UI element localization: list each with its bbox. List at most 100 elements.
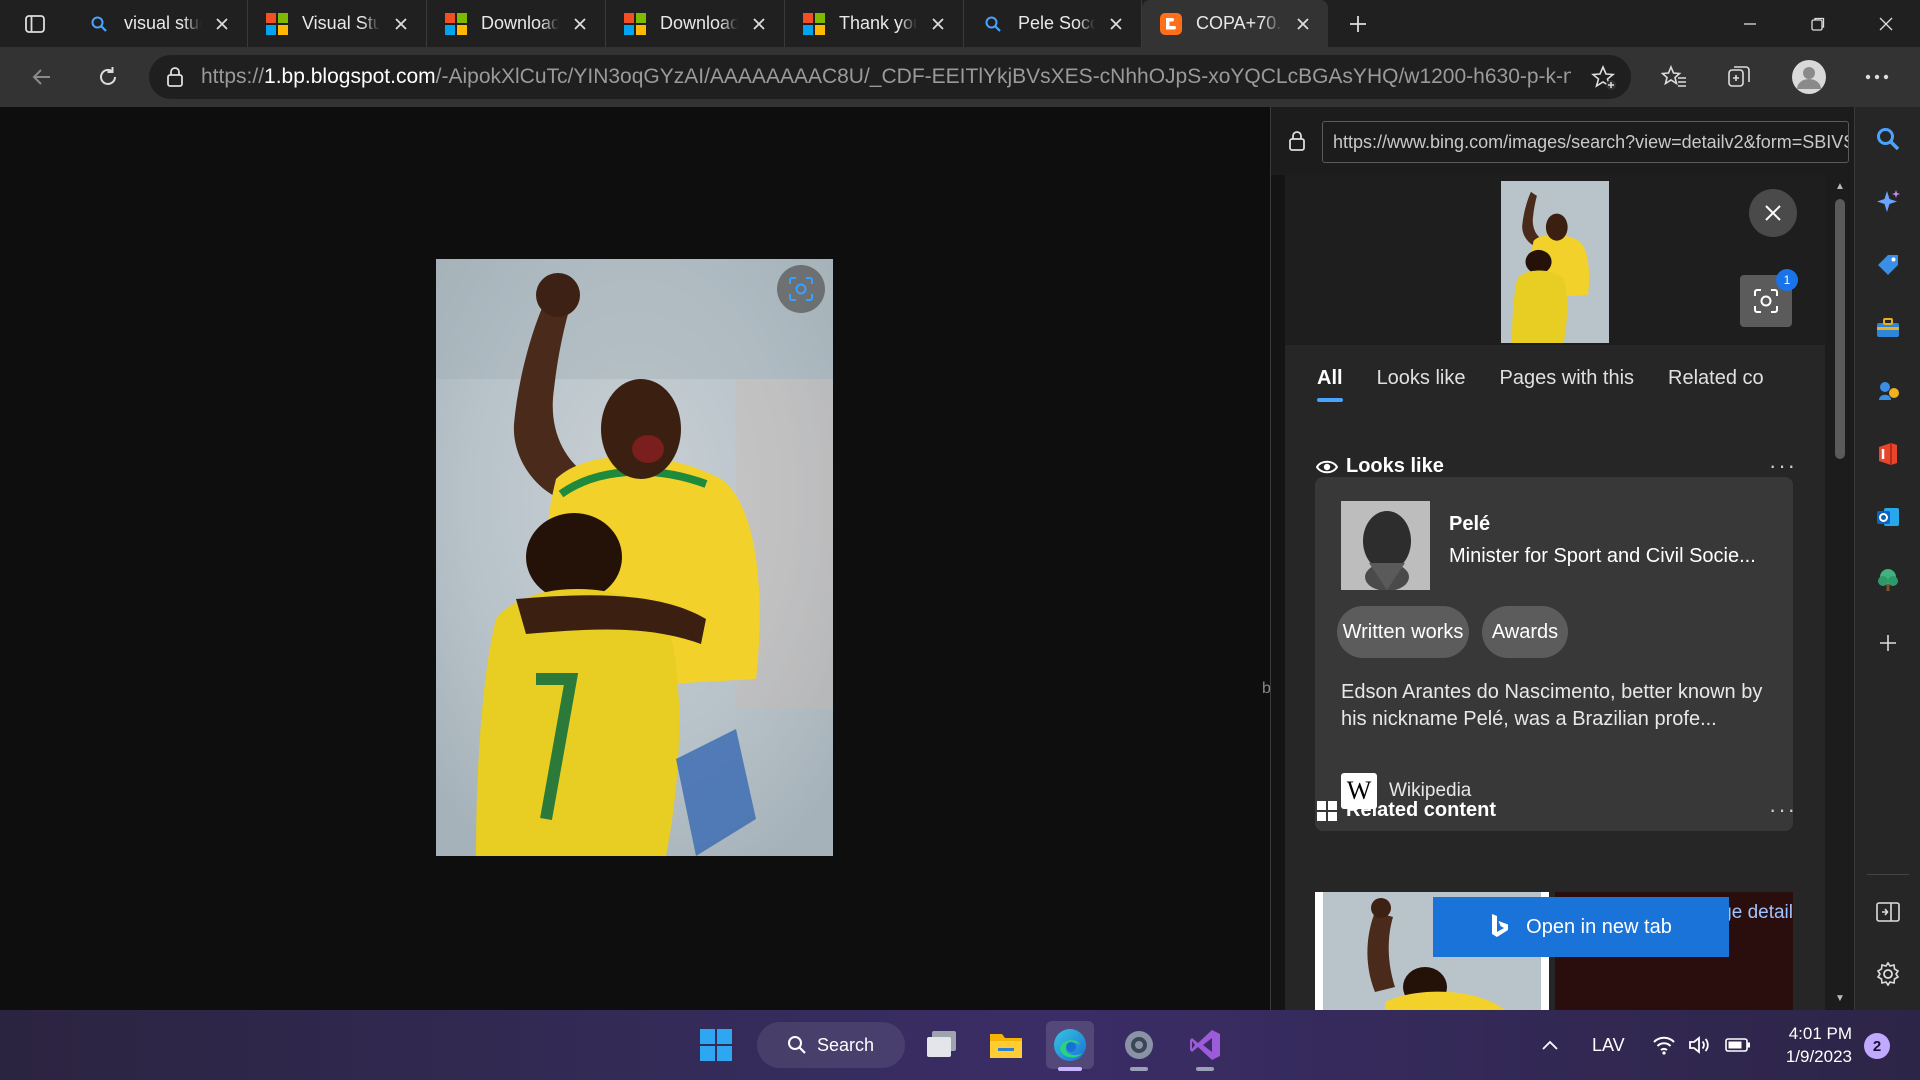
lock-icon[interactable] [149, 66, 201, 88]
tab-close-icon[interactable] [748, 13, 770, 35]
sidebar-shopping-button[interactable] [1868, 245, 1908, 285]
looks-like-more-button[interactable]: ··· [1769, 453, 1797, 479]
url-path: /-AipokXlCuTc/YIN3oqGYzAI/AAAAAAAAC8U/_C… [435, 65, 1571, 88]
tab-close-icon[interactable] [1105, 13, 1127, 35]
refresh-button[interactable] [86, 55, 130, 99]
sidebar-tree-button[interactable] [1868, 560, 1908, 600]
tab-close-icon[interactable] [211, 13, 233, 35]
visual-search-crop-button[interactable]: 1 [1740, 269, 1798, 327]
entity-name: Pelé [1449, 513, 1491, 535]
portrait-illustration [1341, 501, 1430, 590]
sidebar-hide-button[interactable] [1868, 892, 1908, 932]
sidebar-outlook-button[interactable] [1868, 497, 1908, 537]
tab-looks-like[interactable]: Looks like [1377, 367, 1466, 390]
settings-taskbar-button[interactable] [1115, 1021, 1163, 1071]
battery-icon[interactable] [1725, 1010, 1751, 1080]
sidebar-tools-button[interactable] [1868, 308, 1908, 348]
tab-0[interactable]: visual studio 2022 [70, 0, 248, 47]
tab-all[interactable]: All [1317, 367, 1343, 402]
scrollbar-thumb[interactable] [1835, 199, 1845, 459]
edge-taskbar-button[interactable] [1046, 1021, 1094, 1071]
sidebar-search-button[interactable] [1868, 119, 1908, 159]
related-more-button[interactable]: ··· [1769, 797, 1797, 823]
entity-card[interactable]: Pelé Minister for Sport and Civil Socie.… [1315, 477, 1793, 831]
add-favorite-icon[interactable] [1590, 64, 1617, 96]
microsoft-logo-icon [266, 12, 288, 35]
sidebar-settings-button[interactable] [1868, 954, 1908, 994]
language-indicator[interactable]: LAV [1592, 1010, 1625, 1080]
tab-5[interactable]: Pele Soccer Legend [964, 0, 1142, 47]
tab-related-content[interactable]: Related co [1668, 367, 1764, 390]
tab-2[interactable]: Downloads - Visual Studio [427, 0, 606, 47]
blogger-icon [1160, 12, 1182, 35]
battery-icon-glyph [1725, 1038, 1750, 1052]
side-panel-scrollbar[interactable]: ▲ ▼ [1825, 175, 1855, 1010]
url-host: 1.bp.blogspot.com [264, 65, 436, 88]
looks-like-heading-text: Looks like [1346, 455, 1444, 477]
wifi-icon-glyph [1653, 1036, 1675, 1055]
minimize-button[interactable] [1716, 0, 1784, 47]
tab-6-active[interactable]: COPA+70.jpg (1200×1800) [1142, 0, 1328, 47]
hide-sidebar-icon [1876, 902, 1900, 922]
entity-portrait[interactable] [1341, 501, 1430, 590]
tab-pages-with-this[interactable]: Pages with this [1500, 367, 1635, 390]
lock-icon[interactable] [1271, 130, 1323, 152]
open-in-new-tab-button[interactable]: Open in new tab [1433, 897, 1729, 957]
chip-written-works[interactable]: Written works [1337, 606, 1469, 658]
settings-and-more-button[interactable] [1855, 55, 1899, 99]
sidebar-office-button[interactable] [1868, 434, 1908, 474]
file-explorer-button[interactable] [982, 1021, 1030, 1069]
tab-title: Downloads - Visual Studio [660, 13, 738, 33]
new-tab-button[interactable] [1328, 0, 1388, 47]
favorites-button[interactable] [1652, 55, 1696, 99]
volume-icon[interactable] [1688, 1010, 1712, 1080]
url-text: https://1.bp.blogspot.com/-AipokXlCuTc/Y… [201, 65, 1571, 89]
tab-close-icon[interactable] [569, 13, 591, 35]
tab-3[interactable]: Downloads - Visual Studio [606, 0, 785, 47]
visual-search-button[interactable] [777, 265, 825, 313]
entity-description: Edson Arantes do Nascimento, better know… [1341, 681, 1763, 730]
start-button[interactable] [692, 1021, 740, 1069]
chevron-up-icon [1542, 1040, 1558, 1050]
result-tabs: All Looks like Pages with this Related c… [1285, 345, 1825, 411]
sidebar-add-button[interactable] [1868, 623, 1908, 663]
scroll-up-icon[interactable]: ▲ [1833, 181, 1847, 192]
close-icon [1765, 205, 1781, 221]
search-icon [1877, 128, 1900, 151]
tab-actions-button[interactable] [0, 0, 70, 47]
scroll-down-icon[interactable]: ▼ [1833, 993, 1847, 1004]
toolbox-icon [1877, 318, 1899, 337]
tab-close-icon[interactable] [927, 13, 949, 35]
related-content-heading-text: Related content [1346, 799, 1497, 821]
search-image-header: 1 [1285, 175, 1825, 345]
show-hidden-icons-button[interactable] [1541, 1010, 1559, 1080]
games-icon [1879, 382, 1899, 400]
restore-button[interactable] [1784, 0, 1852, 47]
sidebar-games-button[interactable] [1868, 371, 1908, 411]
taskbar-search[interactable]: Search [757, 1022, 905, 1068]
visual-studio-taskbar-button[interactable] [1181, 1021, 1229, 1071]
chip-awards[interactable]: Awards [1482, 606, 1568, 658]
back-button[interactable] [20, 55, 64, 99]
sidebar-discover-button[interactable] [1868, 182, 1908, 222]
side-panel-url[interactable]: https://www.bing.com/images/search?view=… [1322, 121, 1849, 163]
task-view-button[interactable] [918, 1021, 966, 1069]
close-window-button[interactable] [1852, 0, 1920, 47]
eye-icon [1316, 459, 1338, 475]
profile-button[interactable] [1787, 55, 1831, 99]
notification-badge[interactable]: 2 [1864, 1033, 1890, 1059]
collections-button[interactable] [1717, 55, 1761, 99]
taskbar-clock[interactable]: 4:01 PM 1/9/2023 [1774, 1022, 1852, 1068]
tab-close-icon[interactable] [390, 13, 412, 35]
close-panel-button[interactable] [1749, 189, 1797, 237]
address-bar[interactable]: https://1.bp.blogspot.com/-AipokXlCuTc/Y… [149, 55, 1631, 99]
wifi-icon[interactable] [1652, 1010, 1676, 1080]
settings-gear-icon [1125, 1031, 1153, 1059]
microsoft-logo-icon [803, 12, 825, 35]
query-image-thumbnail[interactable] [1501, 181, 1609, 343]
tab-4[interactable]: Thank you for downloading [785, 0, 964, 47]
tab-1[interactable]: Visual Studio Community [248, 0, 427, 47]
panel-edge [1271, 175, 1285, 1010]
tab-close-icon[interactable] [1292, 13, 1314, 35]
soccer-player-photo[interactable] [436, 259, 833, 856]
